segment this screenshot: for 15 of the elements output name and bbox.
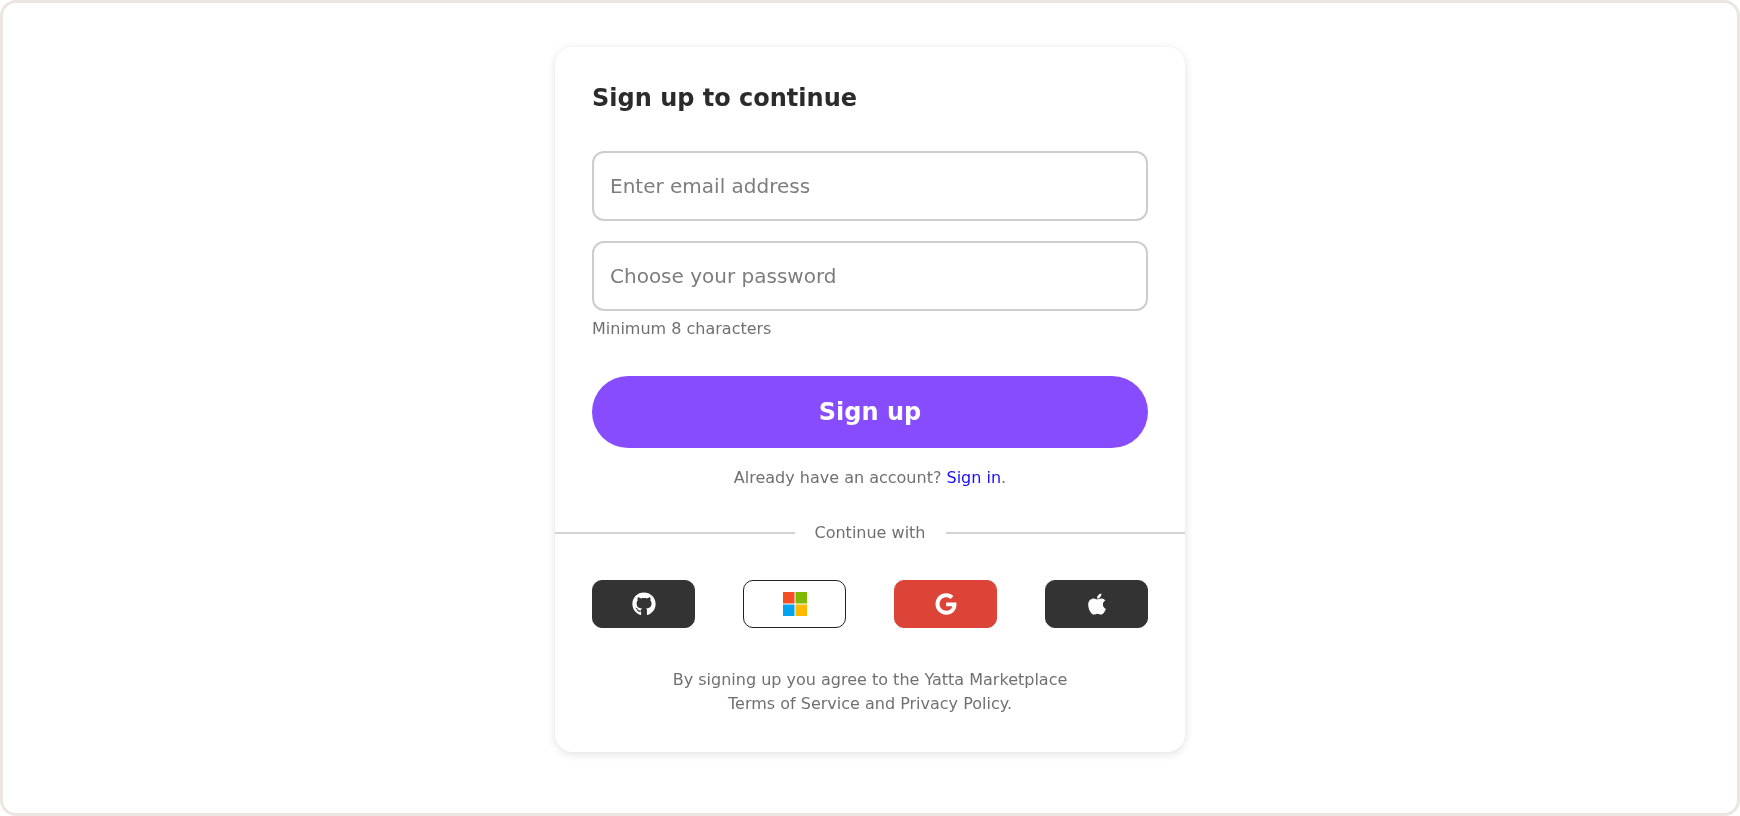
sign-in-link[interactable]: Sign in (946, 468, 1002, 487)
sign-in-prompt: Already have an account? Sign in. (732, 468, 1008, 487)
google-icon (934, 593, 957, 615)
provider-button[interactable] (592, 580, 695, 628)
password-hint: Minimum 8 characters (592, 319, 773, 338)
divider-label: Continue with (814, 523, 926, 542)
terms-text: By signing up you agree to the Yatta Marketplace Terms of Service and Privacy Policy. (671, 669, 1069, 715)
email-field[interactable]: Enter email address (592, 151, 1148, 221)
provider-button[interactable] (743, 580, 846, 628)
form-title: Sign up to continue (592, 83, 859, 113)
password-field[interactable]: Choose your password (592, 241, 1148, 311)
provider-button[interactable] (1045, 580, 1148, 628)
microsoft-icon (782, 592, 807, 616)
sign-up-button[interactable]: Sign up (592, 376, 1148, 448)
github-icon (631, 592, 656, 616)
